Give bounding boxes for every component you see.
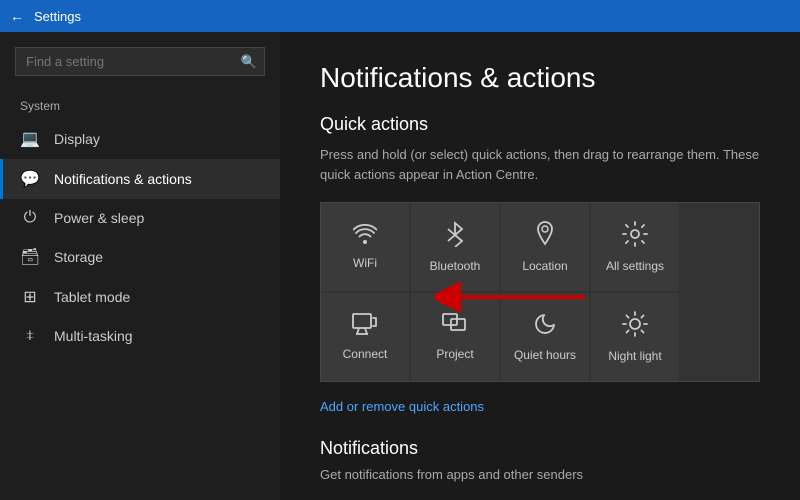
qa-label-project: Project	[436, 347, 473, 361]
sidebar-item-multitasking[interactable]: ⧧ Multi-tasking	[0, 317, 280, 355]
search-box[interactable]: 🔍	[15, 47, 265, 76]
qa-tile-wifi[interactable]: WiFi	[321, 203, 409, 291]
qa-label-allsettings: All settings	[606, 259, 664, 273]
display-icon: 💻	[20, 129, 40, 149]
project-icon	[442, 313, 468, 341]
search-icon: 🔍	[241, 54, 257, 70]
sidebar: 🔍 System 💻 Display 💬 Notifications & act…	[0, 32, 280, 500]
qa-tile-nightlight[interactable]: Night light	[591, 293, 679, 381]
nightlight-icon	[622, 311, 648, 343]
location-icon	[534, 221, 556, 253]
title-bar: ← Settings	[0, 0, 800, 32]
sidebar-item-storage[interactable]: 🗃 Storage	[0, 237, 280, 277]
sidebar-item-notifications[interactable]: 💬 Notifications & actions	[0, 159, 280, 199]
qa-tile-allsettings[interactable]: All settings	[591, 203, 679, 291]
sidebar-item-label-power: Power & sleep	[54, 210, 144, 226]
sidebar-item-label-tablet: Tablet mode	[54, 289, 130, 305]
quiet-icon	[533, 312, 557, 342]
sidebar-item-tablet[interactable]: ⊞ Tablet mode	[0, 277, 280, 317]
qa-tile-location[interactable]: Location	[501, 203, 589, 291]
quick-actions-grid: WiFi Bluetooth	[320, 202, 760, 382]
sidebar-item-label-display: Display	[54, 131, 100, 147]
qa-label-bluetooth: Bluetooth	[430, 259, 481, 273]
qa-tile-quiet[interactable]: Quiet hours	[501, 293, 589, 381]
bluetooth-icon	[446, 221, 464, 253]
connect-icon	[352, 313, 378, 341]
quick-actions-title: Quick actions	[320, 114, 760, 135]
storage-icon: 🗃	[20, 247, 40, 267]
notifications-section-title: Notifications	[320, 438, 760, 459]
qa-label-nightlight: Night light	[608, 349, 661, 363]
add-remove-link[interactable]: Add or remove quick actions	[320, 399, 484, 414]
qa-label-connect: Connect	[343, 347, 388, 361]
back-button[interactable]: ←	[10, 8, 24, 24]
sidebar-section-label: System	[0, 91, 280, 119]
settings-icon	[622, 221, 648, 253]
sidebar-item-power[interactable]: ⏻ Power & sleep	[0, 199, 280, 237]
sidebar-item-label-notifications: Notifications & actions	[54, 171, 192, 187]
qa-label-wifi: WiFi	[353, 256, 377, 270]
notifications-icon: 💬	[20, 169, 40, 189]
content-area: Notifications & actions Quick actions Pr…	[280, 32, 800, 500]
qa-label-quiet: Quiet hours	[514, 348, 576, 362]
qa-tile-project[interactable]: Project	[411, 293, 499, 381]
search-input[interactable]	[15, 47, 265, 76]
qa-label-location: Location	[522, 259, 567, 273]
quick-actions-desc: Press and hold (or select) quick actions…	[320, 145, 760, 184]
qa-tile-bluetooth[interactable]: Bluetooth	[411, 203, 499, 291]
main-layout: 🔍 System 💻 Display 💬 Notifications & act…	[0, 32, 800, 500]
wifi-icon	[353, 224, 377, 250]
power-icon: ⏻	[20, 209, 40, 227]
title-bar-label: Settings	[34, 9, 81, 24]
sidebar-item-label-multitasking: Multi-tasking	[54, 328, 133, 344]
sidebar-item-label-storage: Storage	[54, 249, 103, 265]
sidebar-item-display[interactable]: 💻 Display	[0, 119, 280, 159]
notifications-section-desc: Get notifications from apps and other se…	[320, 467, 760, 482]
tablet-icon: ⊞	[20, 287, 40, 307]
page-title: Notifications & actions	[320, 62, 760, 94]
multitasking-icon: ⧧	[20, 327, 40, 345]
qa-tile-connect[interactable]: Connect	[321, 293, 409, 381]
